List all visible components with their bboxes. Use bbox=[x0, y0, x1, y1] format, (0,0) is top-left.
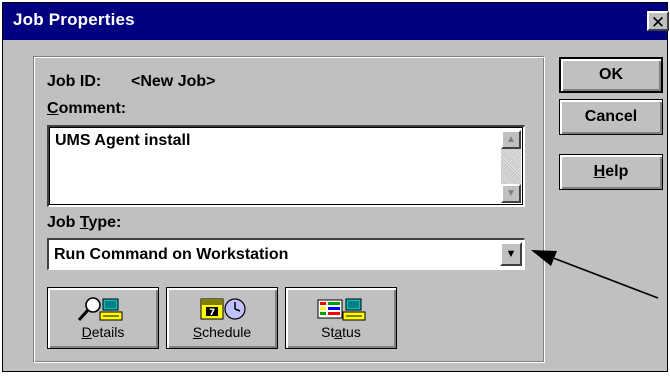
callout-arrow bbox=[531, 250, 659, 299]
